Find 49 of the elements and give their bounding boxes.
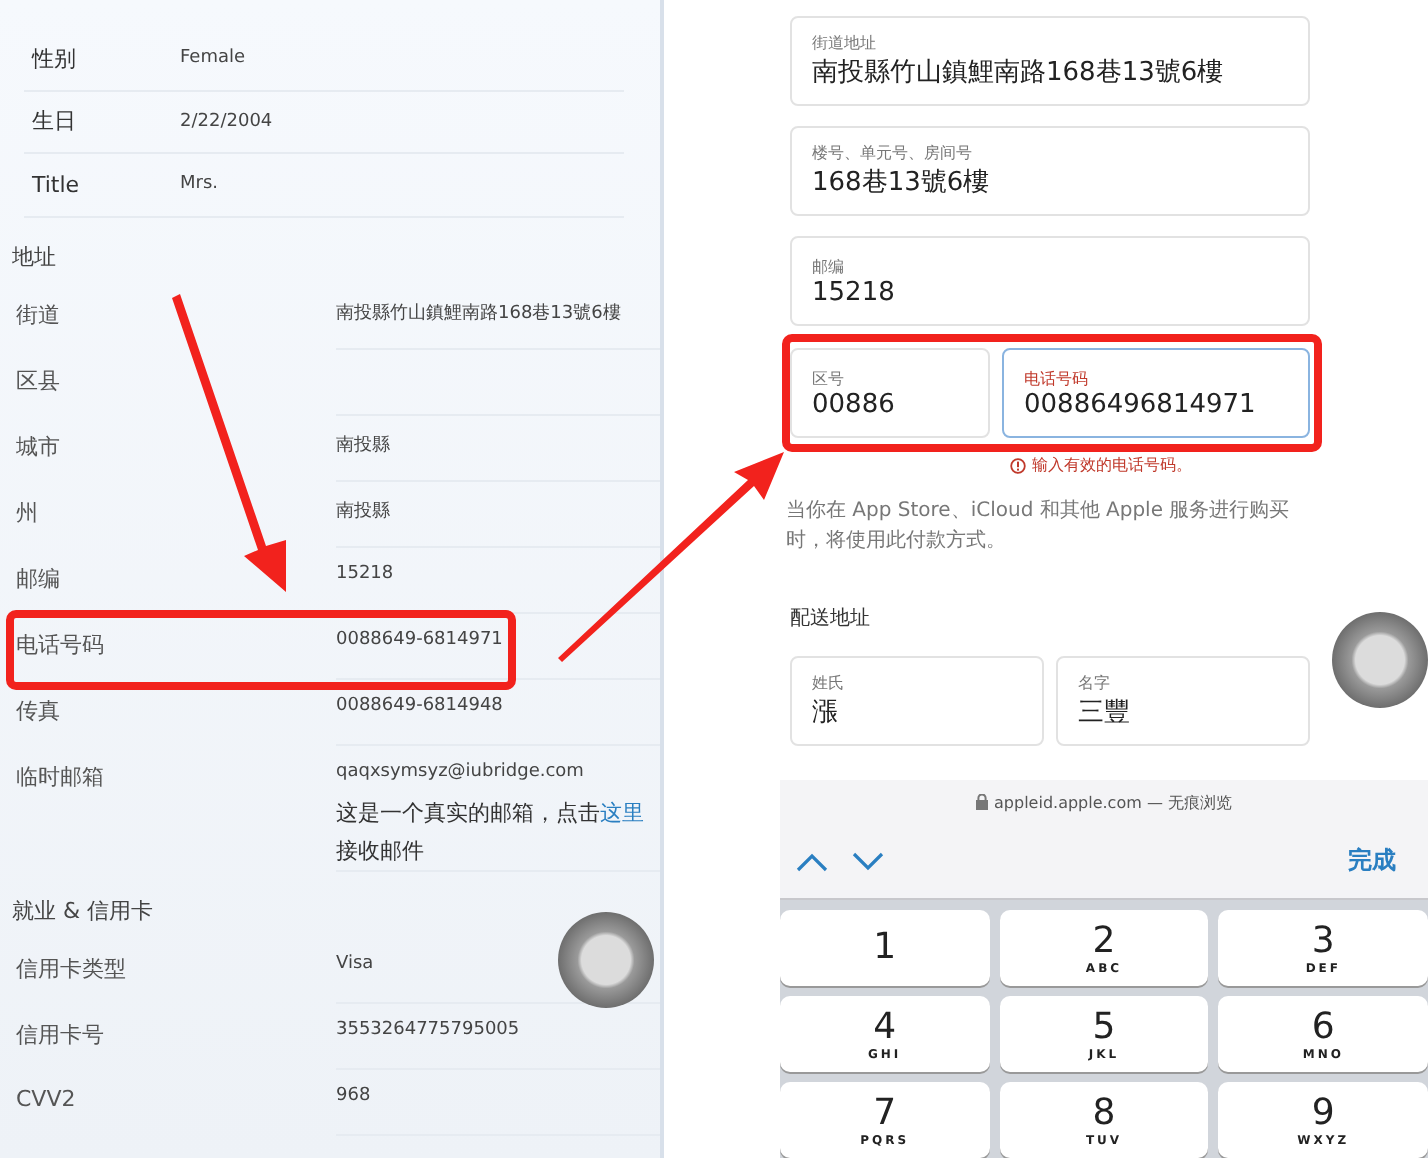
field-label: 性别: [29, 43, 78, 74]
text-field[interactable]: 街道地址 南投縣竹山鎮鯉南路168巷13號6樓: [790, 16, 1310, 106]
field-value: 2/22/2004: [180, 111, 273, 132]
text-field[interactable]: 姓氏 漲: [790, 656, 1044, 746]
field-value: Mrs.: [180, 174, 219, 195]
field-value: Female: [180, 48, 246, 69]
field-label: 临时邮箱: [16, 761, 106, 791]
email-note: 这是一个真实的邮箱，点击这里 接收邮件: [336, 797, 646, 867]
field-value: 南投縣: [336, 499, 392, 523]
field-label: 街道: [16, 299, 62, 329]
url-text: appleid.apple.com — 无痕浏览: [994, 791, 1232, 813]
chevron-down-icon[interactable]: [852, 851, 884, 871]
field-label: 信用卡号: [16, 1019, 106, 1049]
field-value: 968: [336, 1085, 373, 1105]
field-value: 南投縣竹山鎮鯉南路168巷13號6樓: [336, 301, 623, 325]
section-title: 配送地址: [788, 605, 872, 634]
field-label: 区县: [16, 365, 62, 395]
section-title: 就业 & 信用卡: [10, 895, 156, 927]
field-label: 生日: [30, 106, 78, 137]
field-label: 传真: [16, 695, 62, 725]
lock-icon: [976, 794, 989, 810]
chevron-up-icon[interactable]: [796, 851, 828, 871]
field-value: 0088649-6814948: [336, 695, 505, 715]
field-value: 南投縣: [336, 433, 392, 457]
field-label: CVV2: [16, 1085, 78, 1111]
field-label: 邮编: [16, 563, 62, 593]
alert-icon: [1010, 457, 1026, 473]
field-label: 信用卡类型: [16, 953, 128, 983]
field-value: Visa: [336, 953, 376, 973]
field-value: 15218: [336, 563, 396, 583]
text-field[interactable]: 区号 00886: [790, 348, 990, 438]
error-message: 输入有效的电话号码。: [1032, 454, 1192, 476]
field-label: 电话号码: [16, 629, 106, 659]
text-field[interactable]: 名字 三豐: [1056, 656, 1310, 746]
description-text: 当你在 App Store、iCloud 和其他 Apple 服务进行购买时，将使用此付款方式。: [784, 497, 1292, 556]
section-title: 地址: [10, 241, 58, 273]
assistive-touch-icon[interactable]: [1332, 612, 1428, 708]
field-value: 3553264775795005: [336, 1019, 522, 1039]
field-label: 州: [16, 497, 40, 527]
text-field[interactable]: 楼号、单元号、房间号 168巷13號6樓: [790, 126, 1310, 216]
done-button[interactable]: 完成: [1336, 842, 1408, 880]
field-label: Title: [30, 171, 82, 198]
here-link[interactable]: 这里: [600, 799, 644, 825]
text-field[interactable]: 电话号码 00886496814971: [1002, 348, 1310, 438]
field-value: qaqxsymsyz@iubridge.com: [336, 761, 586, 781]
field-value: 0088649-6814971: [336, 629, 505, 649]
text-field[interactable]: 邮编 15218: [790, 236, 1310, 326]
field-label: 城市: [16, 431, 62, 461]
keypad-key[interactable]: 1: [780, 910, 990, 986]
